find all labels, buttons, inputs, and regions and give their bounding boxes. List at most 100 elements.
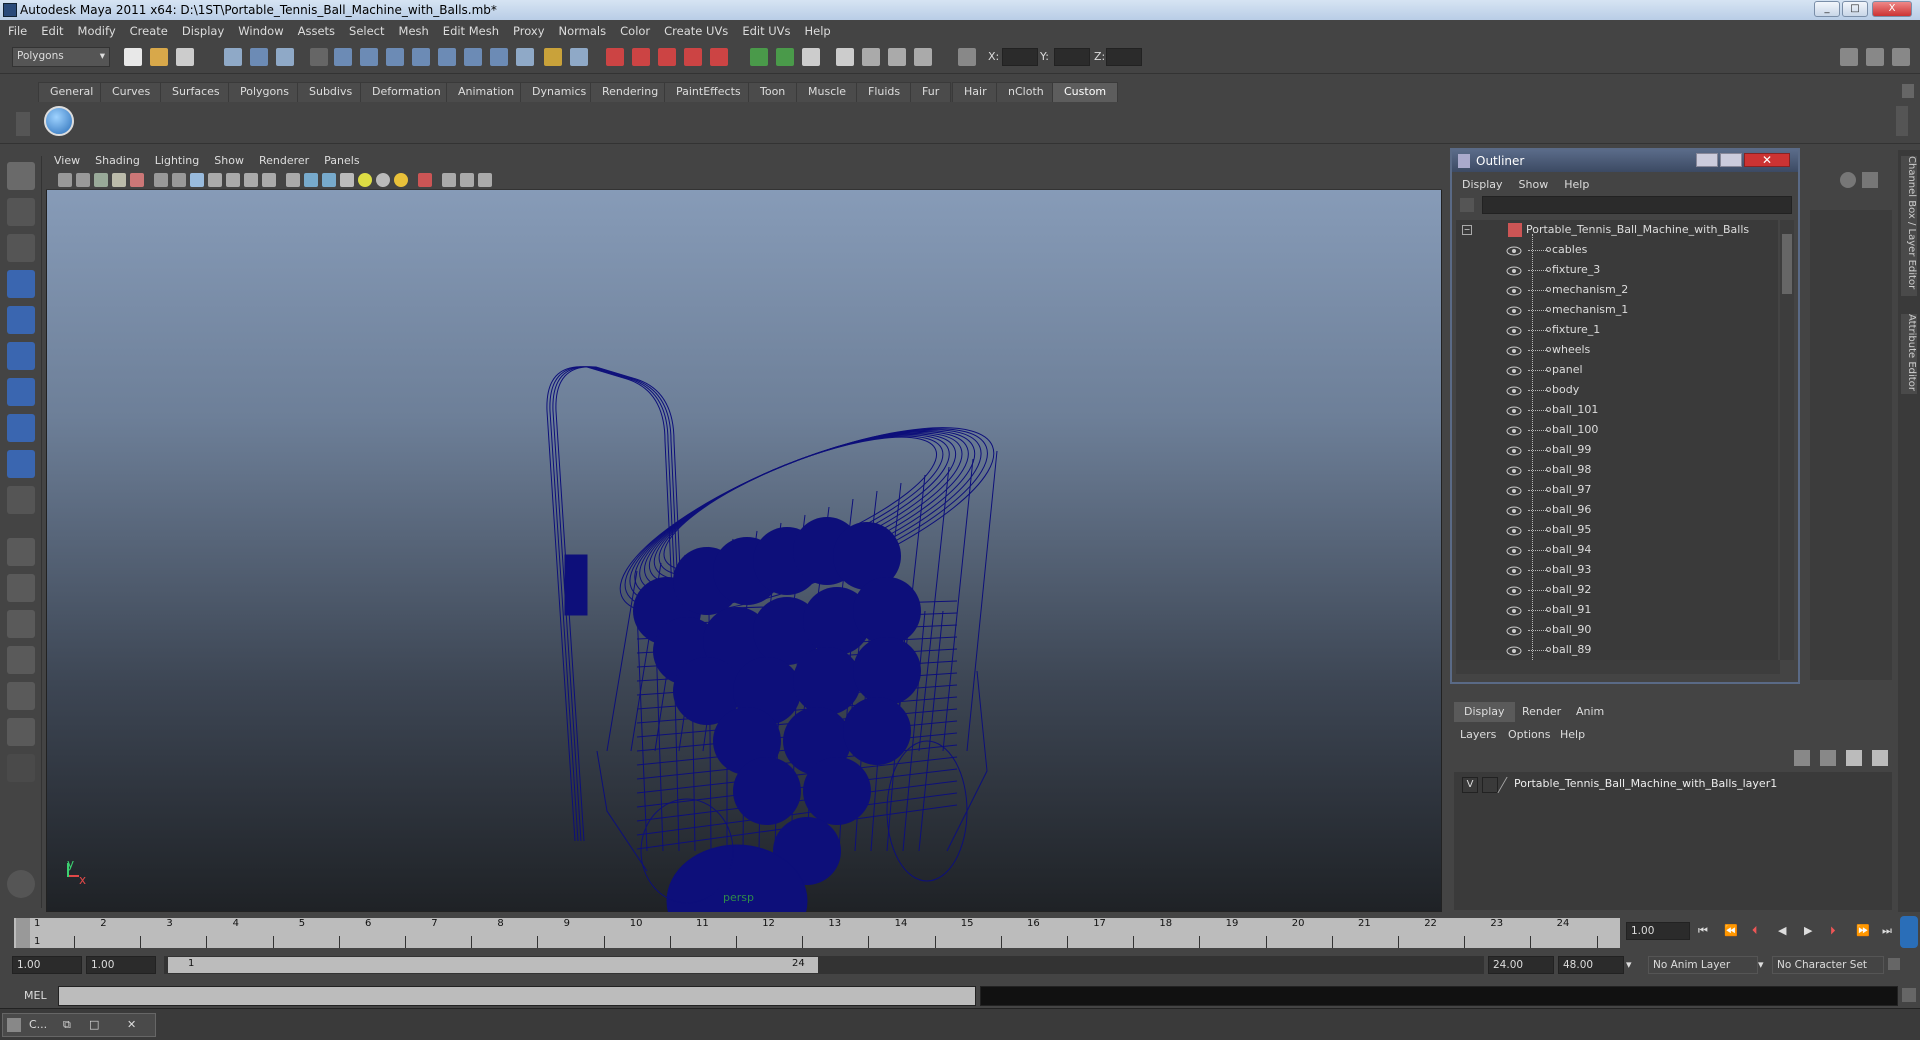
menu-mesh[interactable]: Mesh (399, 24, 429, 38)
four-view-layout-icon[interactable] (7, 574, 35, 602)
custom-shelf-check-icon[interactable] (44, 106, 74, 136)
outliner-search-input[interactable] (1482, 196, 1792, 214)
layout-more-icon[interactable] (7, 754, 35, 782)
move-layer-up-icon[interactable] (1794, 750, 1810, 766)
step-forward-key-icon[interactable]: ⏵ (1830, 924, 1846, 938)
shelf-scroll-icon[interactable] (1896, 106, 1908, 136)
select-by-dynamic-icon[interactable] (438, 48, 456, 66)
outliner-item[interactable]: ball_101 (1456, 400, 1778, 420)
hypershade-layout-icon[interactable] (7, 682, 35, 710)
command-input[interactable] (58, 986, 976, 1006)
shelf-tab-dynamics[interactable]: Dynamics (520, 82, 599, 102)
outliner-item[interactable]: ball_90 (1456, 620, 1778, 640)
menu-modify[interactable]: Modify (78, 24, 116, 38)
outliner-item[interactable]: ball_93 (1456, 560, 1778, 580)
select-by-handle-icon[interactable] (310, 48, 328, 66)
last-tool-icon[interactable] (7, 486, 35, 514)
playback-end-field[interactable]: 24.00 (1488, 956, 1554, 974)
shelf-menu-icon[interactable] (1902, 84, 1914, 98)
mode-select[interactable]: Polygons ▾ (12, 47, 110, 67)
outliner-item[interactable]: panel (1456, 360, 1778, 380)
vp-menu-renderer[interactable]: Renderer (259, 154, 309, 167)
menu-select[interactable]: Select (349, 24, 384, 38)
transform-input-icon[interactable] (958, 48, 976, 66)
select-by-render-icon[interactable] (464, 48, 482, 66)
outliner-item[interactable]: fixture_1 (1456, 320, 1778, 340)
use-default-light-icon[interactable] (358, 173, 372, 187)
hotbox-icon[interactable] (7, 870, 35, 898)
goto-start-icon[interactable]: ⏮ (1698, 924, 1714, 938)
outliner-menu-show[interactable]: Show (1519, 178, 1549, 191)
single-perspective-layout-icon[interactable] (7, 538, 35, 566)
menu-proxy[interactable]: Proxy (513, 24, 545, 38)
lock-selection-icon[interactable] (544, 48, 562, 66)
lasso-tool-icon[interactable] (7, 198, 35, 226)
shelf-tab-hair[interactable]: Hair (952, 82, 999, 102)
wireframe-on-shaded-icon[interactable] (322, 173, 336, 187)
isolate-select-icon[interactable] (418, 173, 432, 187)
channel-box-icon[interactable] (1840, 172, 1856, 188)
outliner-item[interactable]: body (1456, 380, 1778, 400)
layer-display-type-toggle[interactable] (1482, 777, 1498, 793)
xray-icon[interactable] (442, 173, 456, 187)
layer-tab-render[interactable]: Render (1512, 702, 1571, 722)
outliner-maximize-button[interactable] (1720, 153, 1742, 167)
outliner-root-row[interactable]: − Portable_Tennis_Ball_Machine_with_Ball… (1456, 220, 1778, 240)
shelf-tab-fluids[interactable]: Fluids (856, 82, 913, 102)
select-by-joint-icon[interactable] (334, 48, 352, 66)
outliner-list[interactable]: − Portable_Tennis_Ball_Machine_with_Ball… (1456, 220, 1778, 660)
show-attribute-editor-icon[interactable] (1840, 48, 1858, 66)
outliner-item[interactable]: cables (1456, 240, 1778, 260)
maximize-icon[interactable]: □ (89, 1018, 99, 1031)
outliner-item[interactable]: mechanism_2 (1456, 280, 1778, 300)
show-manipulator-tool-icon[interactable] (7, 450, 35, 478)
open-scene-icon[interactable] (150, 48, 168, 66)
outliner-item[interactable]: ball_99 (1456, 440, 1778, 460)
menu-create[interactable]: Create (130, 24, 168, 38)
channel-box-layer-editor-tab[interactable]: Channel Box / Layer Editor (1901, 156, 1917, 296)
script-editor-icon[interactable] (1902, 988, 1916, 1002)
search-options-icon[interactable] (1460, 198, 1474, 212)
snap-grid-icon[interactable] (606, 48, 624, 66)
make-live-icon[interactable] (710, 48, 728, 66)
camera-attributes-icon[interactable] (76, 173, 90, 187)
paint-select-tool-icon[interactable] (7, 234, 35, 262)
shelf-tab-general[interactable]: General (38, 82, 106, 102)
z-field[interactable] (1106, 48, 1142, 66)
shelf-tab-rendering[interactable]: Rendering (590, 82, 671, 102)
rotate-tool-icon[interactable] (7, 306, 35, 334)
layer-menu-options[interactable]: Options (1508, 728, 1550, 741)
shelf-tab-toon[interactable]: Toon (748, 82, 798, 102)
playback-start-field[interactable]: 1.00 (86, 956, 156, 974)
vp-menu-panels[interactable]: Panels (324, 154, 359, 167)
new-scene-icon[interactable] (124, 48, 142, 66)
show-tool-settings-icon[interactable] (1866, 48, 1884, 66)
y-field[interactable] (1054, 48, 1090, 66)
shelf-tab-polygons[interactable]: Polygons (228, 82, 301, 102)
persp-graph-layout-icon[interactable] (7, 646, 35, 674)
shelf-tab-ncloth[interactable]: nCloth (996, 82, 1056, 102)
menu-file[interactable]: File (8, 24, 27, 38)
outliner-close-button[interactable]: ✕ (1744, 153, 1790, 167)
safe-action-icon[interactable] (244, 173, 258, 187)
layer-menu-layers[interactable]: Layers (1460, 728, 1496, 741)
shelf-tab-fur[interactable]: Fur (910, 82, 952, 102)
outliner-menu-display[interactable]: Display (1462, 178, 1503, 191)
field-chart-icon[interactable] (226, 173, 240, 187)
outliner-item[interactable]: ball_98 (1456, 460, 1778, 480)
outliner-horizontal-scrollbar[interactable] (1456, 660, 1780, 674)
persp-outliner-layout-icon[interactable] (7, 610, 35, 638)
select-object-icon[interactable] (250, 48, 268, 66)
outliner-menu-help[interactable]: Help (1564, 178, 1589, 191)
vp-menu-view[interactable]: View (54, 154, 80, 167)
move-tool-icon[interactable] (7, 270, 35, 298)
range-track[interactable]: 1 24 (164, 956, 1484, 974)
highlight-selection-icon[interactable] (570, 48, 588, 66)
menu-edit[interactable]: Edit (41, 24, 63, 38)
scale-tool-icon[interactable] (7, 342, 35, 370)
play-forwards-icon[interactable]: ▶ (1804, 924, 1820, 938)
outliner-item[interactable]: ball_94 (1456, 540, 1778, 560)
outliner-item[interactable]: ball_95 (1456, 520, 1778, 540)
minimize-button[interactable]: _ (1814, 1, 1840, 17)
mel-label[interactable]: MEL (24, 989, 47, 1002)
